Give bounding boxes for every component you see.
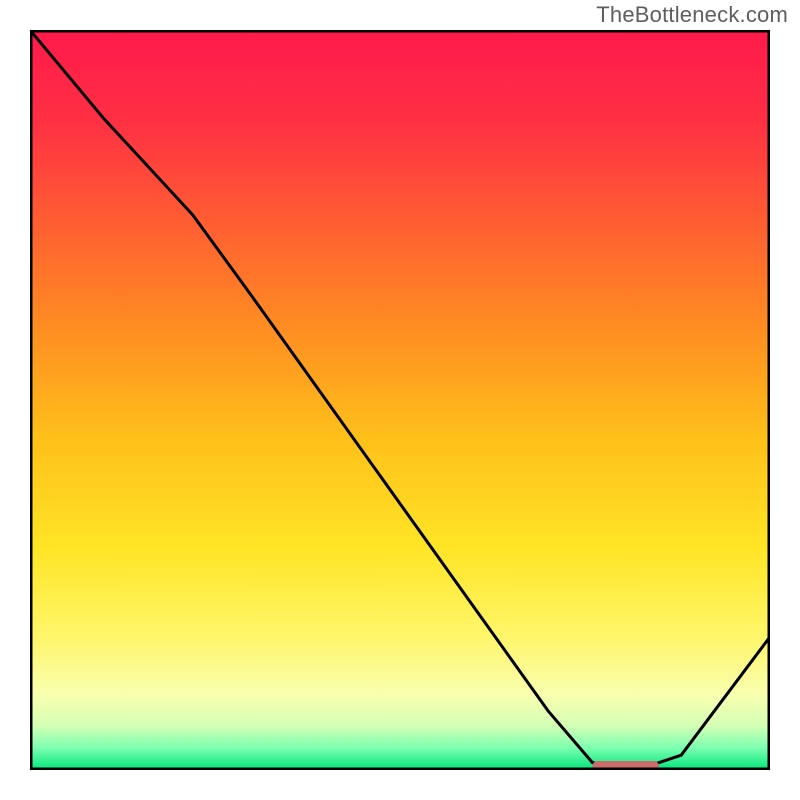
gradient-background — [30, 30, 770, 770]
chart-container: TheBottleneck.com — [0, 0, 800, 800]
chart-svg — [30, 30, 770, 770]
watermark-text: TheBottleneck.com — [596, 2, 788, 28]
plot-area — [30, 30, 770, 770]
